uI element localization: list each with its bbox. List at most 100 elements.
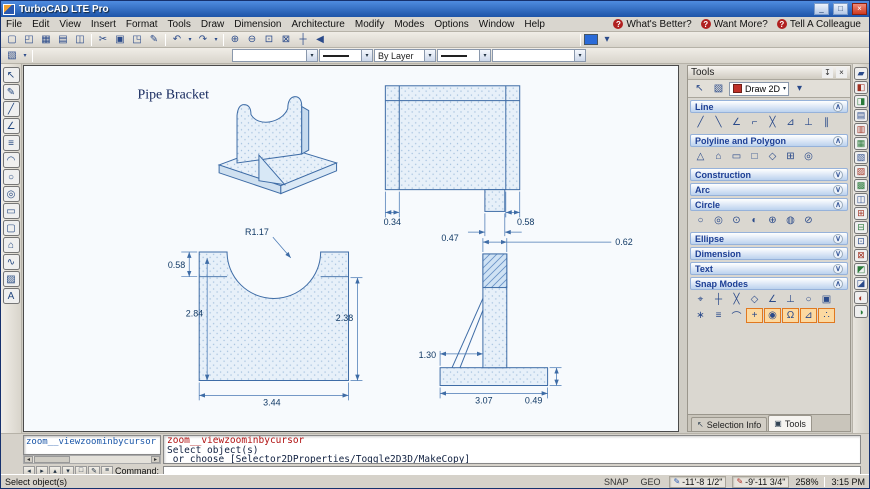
zoom-extents-button[interactable]: ⊠ <box>278 33 294 47</box>
menu-modify[interactable]: Modify <box>350 18 389 31</box>
scroll-left-icon[interactable]: ◂ <box>24 456 33 463</box>
panel-palette-button[interactable]: ▧ <box>710 81 727 96</box>
circle-radius-button[interactable]: ⊕ <box>764 213 781 228</box>
line-style-combo[interactable]: ▾ <box>437 49 491 62</box>
dim-top-wall[interactable]: 0.34 <box>384 192 401 228</box>
circle-point-button[interactable]: ⊙ <box>728 213 745 228</box>
strip-tool-button[interactable]: ⊞ <box>854 207 868 220</box>
snap-ortho-button[interactable]: ≡ <box>710 308 727 323</box>
strip-tool-button[interactable]: ▩ <box>854 179 868 192</box>
dim-front-width[interactable]: 3.44 <box>199 383 348 408</box>
section-header-polyline[interactable]: Polyline and Polygon ∧ <box>690 134 848 147</box>
menu-dimension[interactable]: Dimension <box>229 18 286 31</box>
whats-better-link[interactable]: ?What's Better? <box>613 19 691 30</box>
snap-vertex-button[interactable]: ⌖ <box>692 292 709 307</box>
line-tool-button[interactable]: ╱ <box>3 101 20 117</box>
want-more-link[interactable]: ?Want More? <box>701 19 768 30</box>
save-button[interactable]: ▦ <box>38 33 54 47</box>
draw-mode-dropdown[interactable]: Draw 2D ▾ <box>729 82 789 96</box>
rectangle-button[interactable]: ▭ <box>728 149 745 164</box>
zoom-out-button[interactable]: ⊖ <box>244 33 260 47</box>
undo-button[interactable]: ↶ <box>169 33 185 47</box>
snap-grid-button[interactable]: ▣ <box>818 292 835 307</box>
circle-tangent-button[interactable]: ◐ <box>746 213 763 228</box>
snap-center-button[interactable]: ○ <box>800 292 817 307</box>
dim-front-shoulder[interactable]: 0.58 <box>168 252 197 277</box>
undo-dropdown[interactable]: ▾ <box>186 33 194 47</box>
scroll-thumb[interactable] <box>34 456 70 463</box>
menu-architecture[interactable]: Architecture <box>287 18 350 31</box>
copy-button[interactable]: ▣ <box>112 33 128 47</box>
strip-tool-button[interactable]: ⊡ <box>854 235 868 248</box>
cross-line-button[interactable]: ╳ <box>764 115 781 130</box>
color-swatch[interactable] <box>584 34 598 45</box>
section-header-ellipse[interactable]: Ellipse ∨ <box>690 232 848 245</box>
menu-view[interactable]: View <box>54 18 86 31</box>
front-view[interactable] <box>199 252 348 381</box>
paste-button[interactable]: ◳ <box>129 33 145 47</box>
strip-tool-button[interactable]: ⊟ <box>854 221 868 234</box>
menu-format[interactable]: Format <box>121 18 163 31</box>
inscribed-polygon-button[interactable]: ◎ <box>800 149 817 164</box>
dim-radius[interactable]: R1.17 <box>245 227 291 258</box>
bounded-polygon-button[interactable]: ⊞ <box>782 149 799 164</box>
circle-3point-button[interactable]: ◍ <box>782 213 799 228</box>
text-tool-button[interactable]: A <box>3 288 20 304</box>
menu-window[interactable]: Window <box>474 18 520 31</box>
section-header-snap-modes[interactable]: Snap Modes ∧ <box>690 277 848 290</box>
close-button[interactable]: × <box>852 3 867 15</box>
circle-double-button[interactable]: ◎ <box>710 213 727 228</box>
layer-button[interactable]: ▧ <box>4 49 20 63</box>
menu-draw[interactable]: Draw <box>196 18 229 31</box>
circle-center-button[interactable]: ○ <box>692 213 709 228</box>
snap-quadrant-button[interactable]: ◇ <box>746 292 763 307</box>
circle-diameter-button[interactable]: ⊘ <box>800 213 817 228</box>
snap-arc-button[interactable]: ⌒ <box>728 308 745 323</box>
maximize-button[interactable]: □ <box>833 3 848 15</box>
rectangle-tool-button[interactable]: ▭ <box>3 203 20 219</box>
polygon-tool-button[interactable]: ⌂ <box>3 237 20 253</box>
panel-select-button[interactable]: ↖ <box>691 81 708 96</box>
close-panel-icon[interactable]: × <box>836 67 847 78</box>
new-button[interactable]: ▢ <box>4 33 20 47</box>
strip-tool-button[interactable]: ◫ <box>854 193 868 206</box>
minimize-button[interactable]: _ <box>814 3 829 15</box>
segment-button[interactable]: ╲ <box>710 115 727 130</box>
coordinate-y-field[interactable]: ✎ -9'-11 3/4" <box>732 476 789 488</box>
history-scrollbar[interactable]: ◂ ▸ <box>23 455 161 464</box>
open-button[interactable]: ◰ <box>21 33 37 47</box>
strip-tool-button[interactable]: ▦ <box>854 137 868 150</box>
section-header-text[interactable]: Text ∨ <box>690 262 848 275</box>
snap-intersection-button[interactable]: ╳ <box>728 292 745 307</box>
snap-perpendicular-button[interactable]: ⊥ <box>782 292 799 307</box>
format-painter-button[interactable]: ✎ <box>146 33 162 47</box>
strip-tool-button[interactable]: ⊠ <box>854 249 868 262</box>
strip-tool-button[interactable]: ◩ <box>854 263 868 276</box>
line-pattern-combo[interactable]: ▾ <box>492 49 586 62</box>
coordinate-x-field[interactable]: ✎ -11'-8 1/2" <box>669 476 726 488</box>
polyline-tool-button[interactable]: ∠ <box>3 118 20 134</box>
snap-node-button[interactable]: ◉ <box>764 308 781 323</box>
drawing-svg[interactable]: .geo { stroke:#3e6ca6; stroke-width:1; }… <box>24 66 678 431</box>
strip-tool-button[interactable]: ◑ <box>854 305 868 318</box>
pentagon-button[interactable]: ⌂ <box>710 149 727 164</box>
triangle-line-button[interactable]: ⊿ <box>782 115 799 130</box>
tab-selection-info[interactable]: ↖ Selection Info <box>691 417 767 431</box>
layer-combo[interactable]: ▾ <box>232 49 318 62</box>
print-button[interactable]: ▤ <box>55 33 71 47</box>
side-view[interactable] <box>440 254 548 386</box>
section-header-arc[interactable]: Arc ∨ <box>690 183 848 196</box>
section-header-dimension[interactable]: Dimension ∨ <box>690 247 848 260</box>
snap-midpoint-button[interactable]: ┼ <box>710 292 727 307</box>
pen-tool-button[interactable]: ✎ <box>3 84 20 100</box>
zoom-in-button[interactable]: ⊕ <box>227 33 243 47</box>
snap-tangent-button[interactable]: ⊿ <box>800 308 817 323</box>
strip-tool-button[interactable]: ▧ <box>854 151 868 164</box>
polygon-button[interactable]: △ <box>692 149 709 164</box>
dim-top-tab[interactable]: 0.47 <box>441 213 521 243</box>
menu-tools[interactable]: Tools <box>163 18 196 31</box>
dim-top-right-wall[interactable]: 0.58 <box>506 192 535 228</box>
section-header-construction[interactable]: Construction ∨ <box>690 168 848 181</box>
strip-tool-button[interactable]: ▥ <box>854 123 868 136</box>
print-preview-button[interactable]: ◫ <box>72 33 88 47</box>
